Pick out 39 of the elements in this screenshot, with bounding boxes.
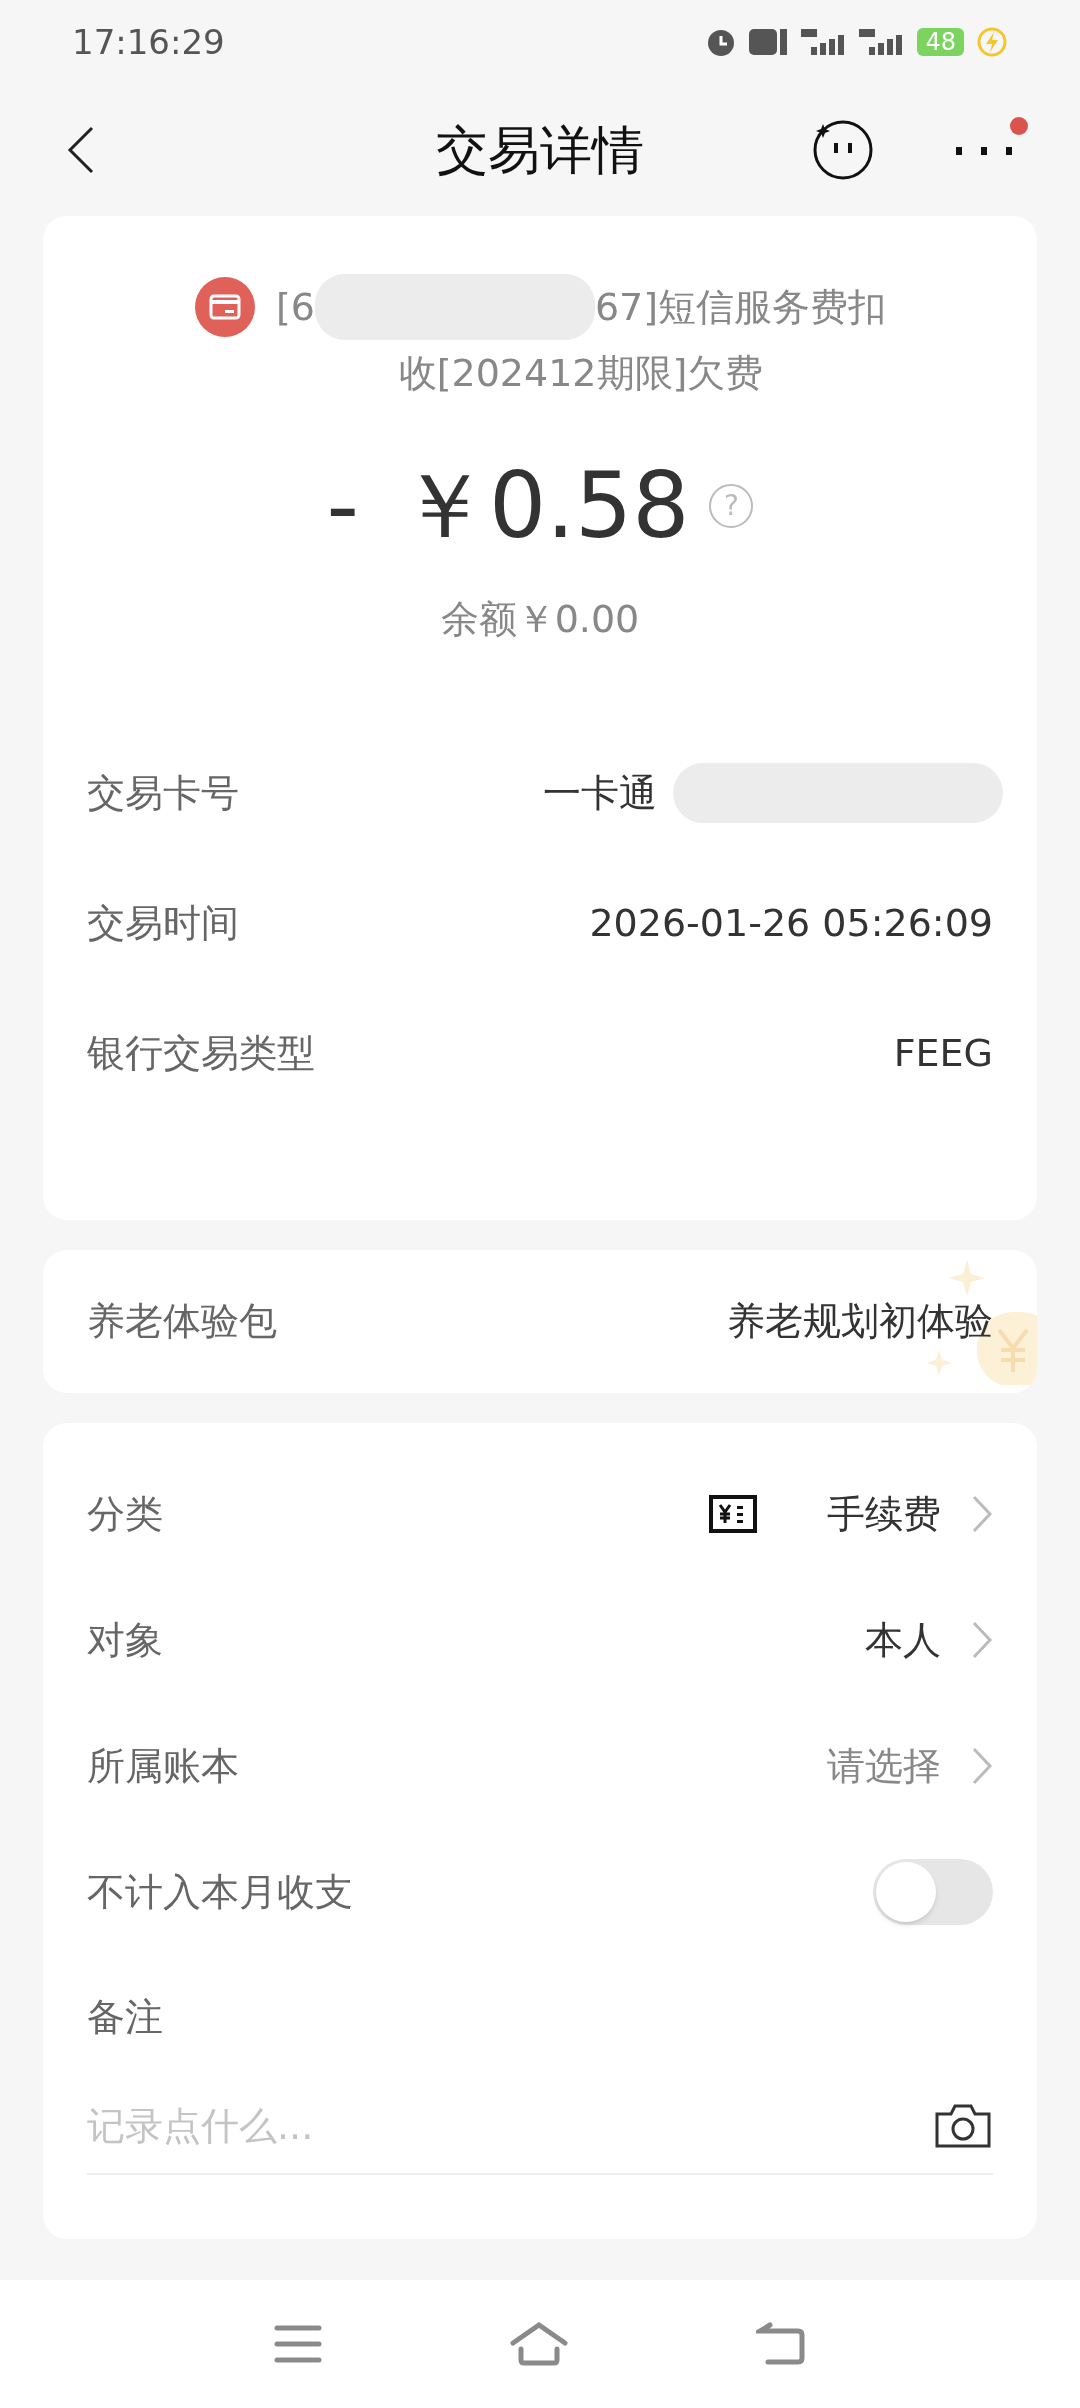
card-icon (193, 276, 256, 338)
note-label: 备注 (87, 1993, 163, 2041)
detail-label: 银行交易类型 (87, 1029, 315, 1077)
setting-link[interactable]: 手续费 (709, 1485, 993, 1543)
smiley-icon[interactable] (812, 119, 874, 181)
detail-value: FEEG (893, 1029, 993, 1077)
detail-value: 一卡通 (543, 769, 657, 817)
amount-text: ￥0.58 (399, 452, 690, 560)
battery-indicator: 48 (917, 28, 964, 56)
chevron-right-icon (971, 1494, 993, 1534)
menu-icon[interactable] (274, 2325, 322, 2363)
note-input[interactable]: 记录点什么... (87, 2097, 787, 2155)
description-text: 67]短信服务费扣 (594, 284, 887, 331)
hd-icon (749, 27, 790, 57)
setting-label: 对象 (87, 1616, 163, 1664)
detail-label: 交易卡号 (87, 769, 239, 817)
balance-text: 余额￥0.00 (440, 596, 640, 643)
description-text: [6 (275, 284, 315, 331)
status-time: 17:16:29 (72, 20, 225, 64)
setting-link[interactable]: 请选择 (827, 1737, 993, 1795)
back-nav-icon[interactable] (756, 2322, 806, 2366)
chevron-right-icon (971, 1746, 993, 1786)
home-icon[interactable] (510, 2322, 568, 2366)
chevron-right-icon (971, 1620, 993, 1660)
promo-card[interactable]: 养老体验包 养老规划初体验 (43, 1250, 1037, 1393)
page-title: 交易详情 (436, 119, 644, 182)
camera-icon[interactable] (933, 2102, 993, 2150)
setting-label: 所属账本 (87, 1742, 239, 1790)
setting-label: 不计入本月收支 (87, 1868, 353, 1916)
description-text: 收[202412期限]欠费 (398, 350, 764, 397)
detail-value: 2026-01-26 05:26:09 (589, 899, 993, 947)
setting-link[interactable]: 本人 (865, 1611, 993, 1669)
promo-value: 养老规划初体验 (727, 1298, 993, 1345)
back-icon[interactable] (66, 125, 96, 175)
promo-label: 养老体验包 (87, 1298, 277, 1345)
detail-label: 交易时间 (87, 899, 239, 947)
amount-sign: - (326, 452, 360, 560)
charging-icon (976, 26, 1008, 58)
setting-label: 分类 (87, 1490, 163, 1538)
